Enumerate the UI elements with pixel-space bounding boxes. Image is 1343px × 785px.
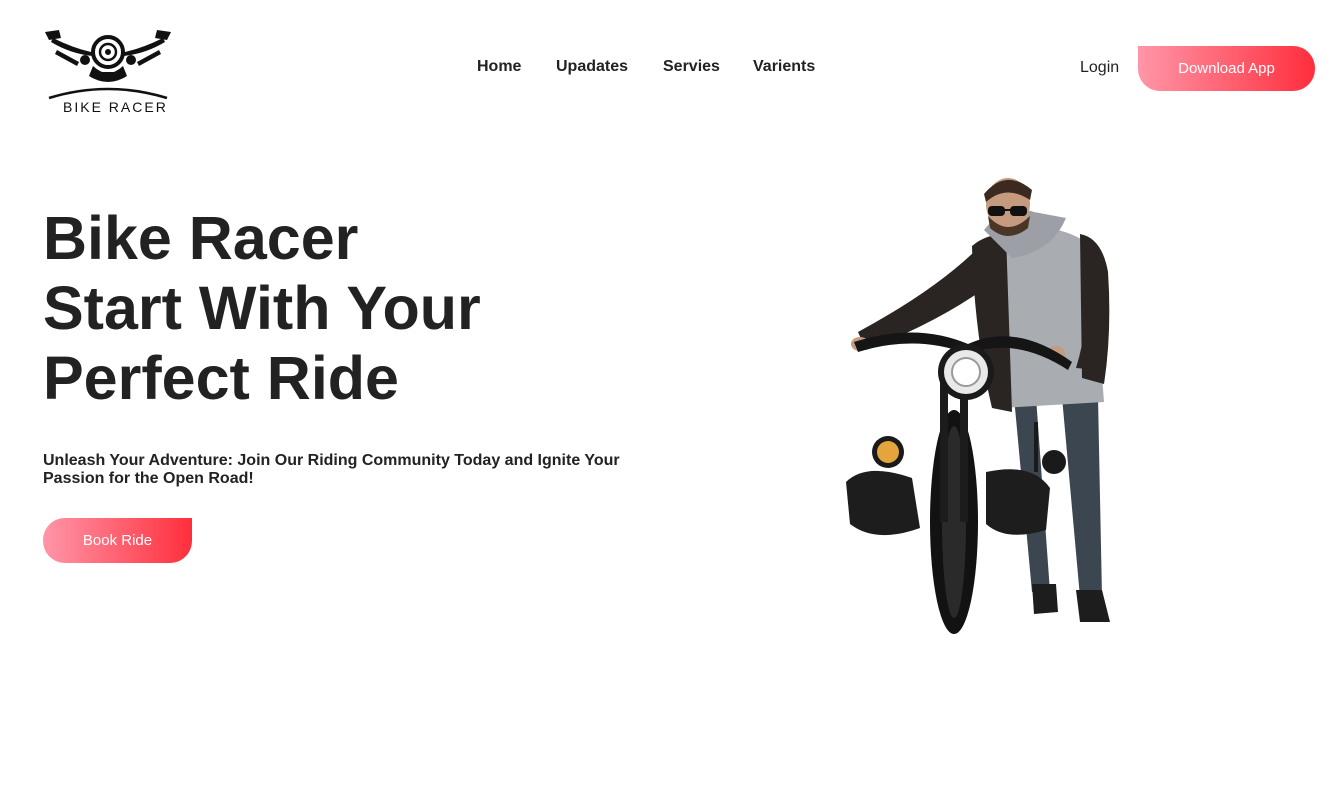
nav-item-updates[interactable]: Upadates (556, 58, 628, 76)
nav-item-variants[interactable]: Varients (753, 58, 815, 76)
book-ride-button[interactable]: Book Ride (43, 518, 192, 563)
hero-title-line-2: Start With Your (43, 274, 481, 342)
hero-title-line-1: Bike Racer (43, 204, 359, 272)
hero-title-line-3: Perfect Ride (43, 344, 399, 412)
landing-page: BIKE RACER Home Upadates Servies Varient… (0, 0, 1343, 785)
nav-item-home[interactable]: Home (477, 58, 521, 76)
man-with-motorcycle-photo (846, 178, 1110, 634)
motorcycle-handlebar-icon (45, 30, 171, 100)
hero-title: Bike Racer Start With Your Perfect Ride (43, 203, 481, 413)
brand-logo[interactable]: BIKE RACER (43, 28, 173, 118)
brand-name: BIKE RACER (63, 99, 168, 115)
download-app-button[interactable]: Download App (1138, 46, 1315, 91)
login-link[interactable]: Login (1080, 59, 1119, 77)
hero-subtitle: Unleash Your Adventure: Join Our Riding … (43, 452, 620, 487)
nav-item-services[interactable]: Servies (663, 58, 720, 76)
